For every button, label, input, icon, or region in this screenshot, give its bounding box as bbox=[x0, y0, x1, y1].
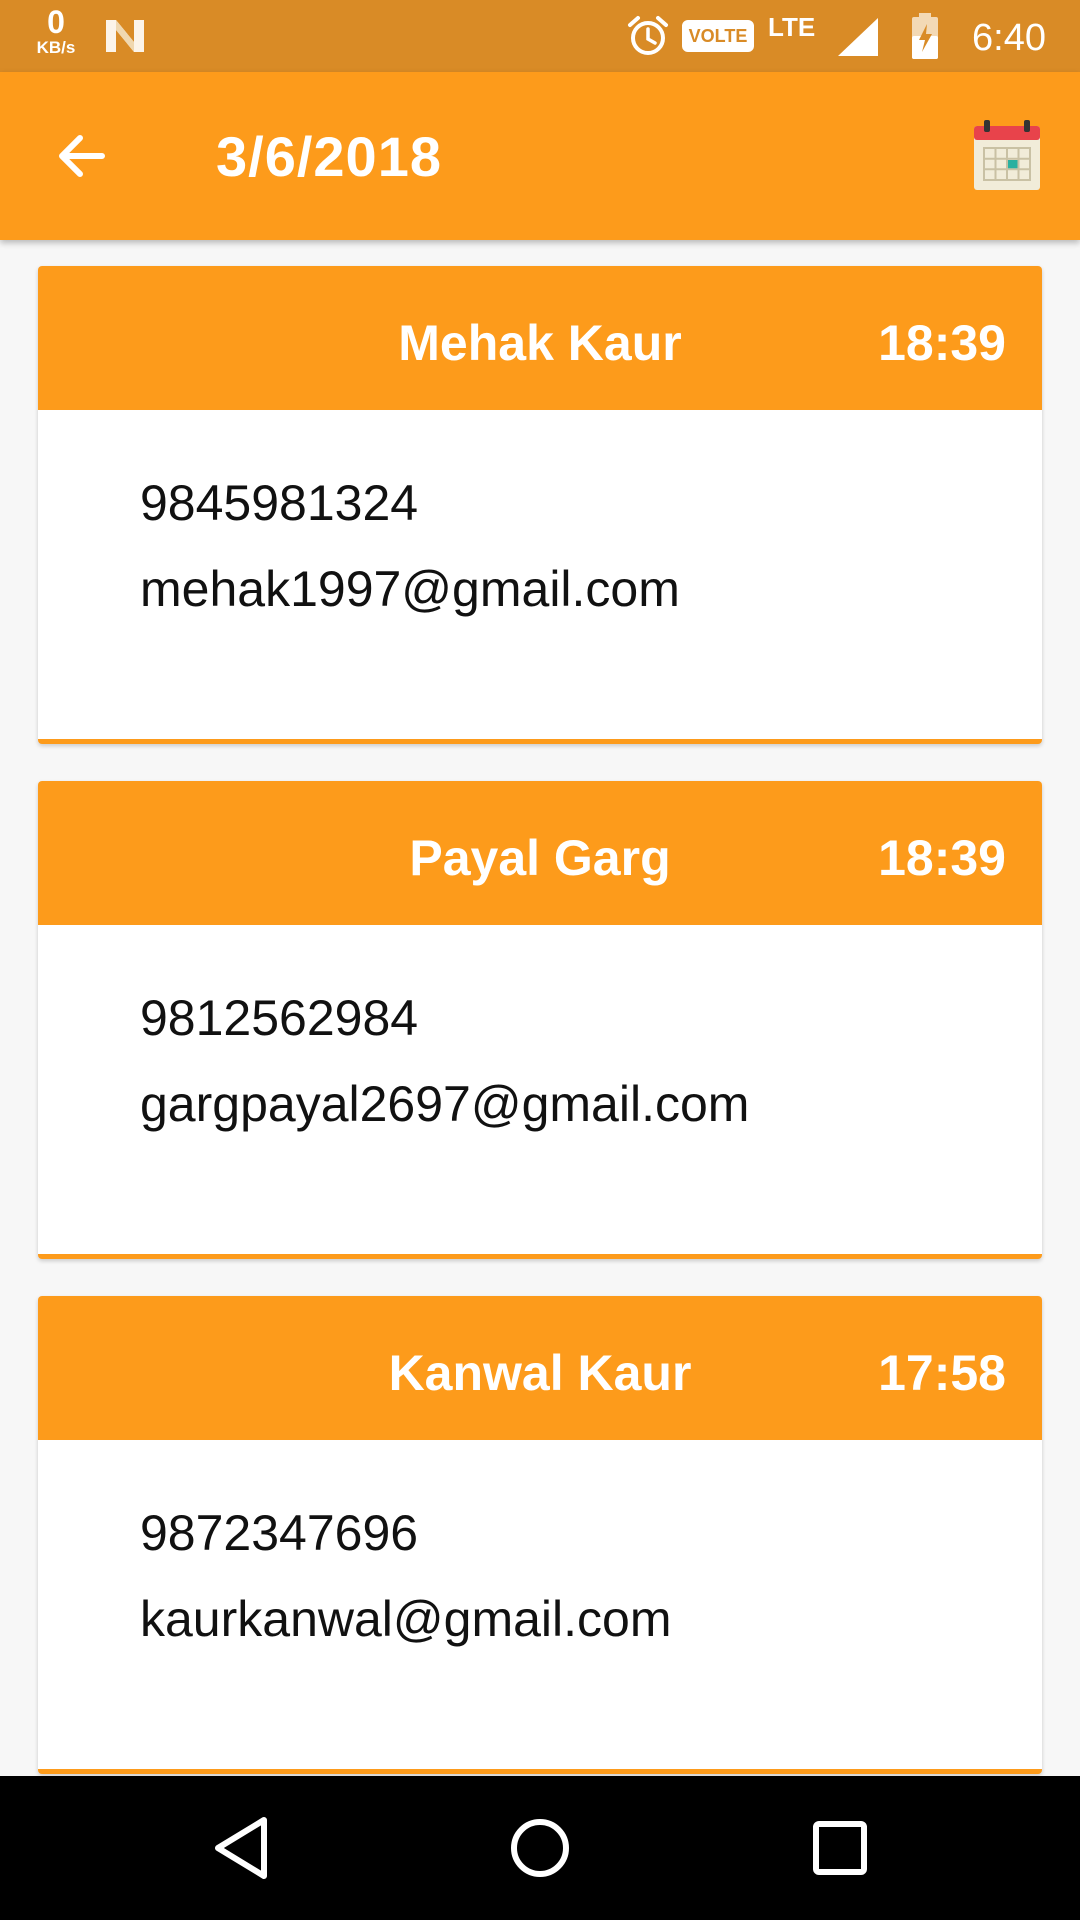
calendar-icon[interactable] bbox=[970, 118, 1044, 194]
entry-card-body: 9872347696 kaurkanwal@gmail.com bbox=[38, 1440, 1042, 1662]
status-bar: 0 KB/s VOLTE LTE 6:40 bbox=[0, 0, 1080, 72]
nav-recents-icon[interactable] bbox=[810, 1818, 870, 1878]
entry-time: 18:39 bbox=[878, 315, 1006, 371]
entry-card[interactable]: Payal Garg 18:39 9812562984 gargpayal269… bbox=[38, 781, 1042, 1259]
entry-time: 18:39 bbox=[878, 830, 1006, 886]
volte-badge: VOLTE bbox=[682, 20, 754, 52]
entry-card-body: 9812562984 gargpayal2697@gmail.com bbox=[38, 925, 1042, 1147]
entry-card[interactable]: Kanwal Kaur 17:58 9872347696 kaurkanwal@… bbox=[38, 1296, 1042, 1774]
entry-phone: 9872347696 bbox=[140, 1505, 419, 1561]
network-speed: 0 KB/s bbox=[26, 6, 86, 68]
entry-email: kaurkanwal@gmail.com bbox=[140, 1591, 672, 1647]
entry-card-header: Payal Garg 18:39 bbox=[38, 781, 1042, 925]
entry-time: 17:58 bbox=[878, 1345, 1006, 1401]
nav-back-icon[interactable] bbox=[210, 1812, 274, 1884]
entries-list[interactable]: Mehak Kaur 18:39 9845981324 mehak1997@gm… bbox=[0, 240, 1080, 1776]
arrow-left-icon[interactable] bbox=[44, 114, 128, 198]
app-bar: 3/6/2018 bbox=[0, 72, 1080, 240]
network-speed-value: 0 bbox=[47, 4, 65, 40]
nav-home-icon[interactable] bbox=[508, 1816, 572, 1880]
entry-card-body: 9845981324 mehak1997@gmail.com bbox=[38, 410, 1042, 632]
battery-icon bbox=[912, 13, 938, 59]
network-type: LTE bbox=[768, 12, 816, 42]
network-speed-unit: KB/s bbox=[36, 38, 76, 57]
entry-phone: 9812562984 bbox=[140, 990, 419, 1046]
entry-card-header: Mehak Kaur 18:39 bbox=[38, 266, 1042, 410]
status-time: 6:40 bbox=[972, 17, 1046, 59]
entry-card-header: Kanwal Kaur 17:58 bbox=[38, 1296, 1042, 1440]
entry-card[interactable]: Mehak Kaur 18:39 9845981324 mehak1997@gm… bbox=[38, 266, 1042, 744]
entry-email: mehak1997@gmail.com bbox=[140, 561, 680, 617]
alarm-icon bbox=[628, 16, 668, 55]
entry-email: gargpayal2697@gmail.com bbox=[140, 1076, 750, 1132]
page-title: 3/6/2018 bbox=[216, 125, 442, 188]
n-notification-icon bbox=[106, 20, 144, 52]
entry-phone: 9845981324 bbox=[140, 475, 419, 531]
navigation-bar bbox=[0, 1776, 1080, 1920]
signal-icon bbox=[838, 18, 878, 56]
